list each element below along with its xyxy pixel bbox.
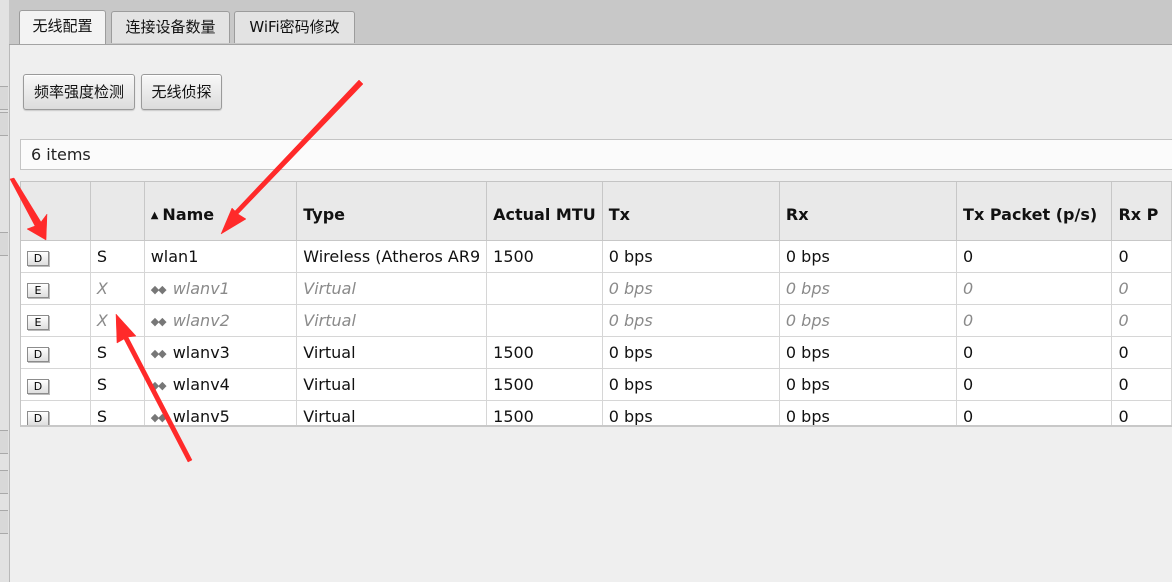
tx-cell: 0 bps	[602, 368, 780, 401]
type-cell: Virtual	[296, 272, 488, 305]
rx-packet-cell: 0	[1111, 272, 1172, 305]
name-cell: ◆◆ wlanv3	[144, 336, 298, 369]
name-cell: wlan1	[144, 240, 298, 273]
rx-cell: 0 bps	[779, 400, 958, 425]
status-cell: X	[90, 304, 145, 337]
col-header-name[interactable]: ▲ Name	[144, 182, 298, 241]
type-cell: Wireless (Atheros AR9	[296, 240, 488, 273]
frequency-strength-button[interactable]: 频率强度检测	[23, 74, 135, 110]
type-cell: Virtual	[296, 304, 488, 337]
rx-cell: 0 bps	[779, 272, 958, 305]
rx-cell: 0 bps	[779, 240, 958, 273]
strip-notch	[0, 430, 8, 454]
name-cell: ◆◆ wlanv2	[144, 304, 298, 337]
col-header-tx-packet[interactable]: Tx Packet (p/s)	[956, 182, 1113, 241]
rx-packet-cell: 0	[1111, 368, 1172, 401]
rx-packet-cell: 0	[1111, 336, 1172, 369]
disable-toggle-button[interactable]: D	[27, 251, 49, 266]
type-cell: Virtual	[296, 400, 488, 425]
mtu-cell: 1500	[486, 336, 603, 369]
rx-cell: 0 bps	[779, 368, 958, 401]
tx-cell: 0 bps	[602, 272, 780, 305]
table-row[interactable]: D S wlan1 Wireless (Atheros AR9 1500 0 b…	[21, 240, 1172, 273]
col-header-tx[interactable]: Tx	[602, 182, 780, 241]
col-header-mtu[interactable]: Actual MTU	[486, 182, 603, 241]
enable-toggle-button[interactable]: E	[27, 283, 49, 298]
mtu-cell	[486, 272, 603, 305]
status-cell: S	[90, 368, 145, 401]
tx-packet-cell: 0	[956, 368, 1113, 401]
disable-toggle-button[interactable]: D	[27, 347, 49, 362]
virtual-interface-icon: ◆◆	[150, 379, 167, 392]
status-cell: S	[90, 240, 145, 273]
tx-packet-cell: 0	[956, 272, 1113, 305]
sort-ascending-icon: ▲	[150, 209, 159, 221]
col-header-rx[interactable]: Rx	[779, 182, 958, 241]
tx-packet-cell: 0	[956, 304, 1113, 337]
tx-packet-cell: 0	[956, 336, 1113, 369]
tx-cell: 0 bps	[602, 304, 780, 337]
type-cell: Virtual	[296, 368, 488, 401]
mtu-cell: 1500	[486, 400, 603, 425]
col-header-status[interactable]	[90, 182, 145, 241]
virtual-interface-icon: ◆◆	[150, 347, 167, 360]
tab-wifi-password[interactable]: WiFi密码修改	[234, 11, 355, 43]
left-scroll-strip	[0, 0, 10, 582]
table-row[interactable]: D S ◆◆ wlanv3 Virtual 1500 0 bps 0 bps 0 …	[21, 336, 1172, 369]
virtual-interface-icon: ◆◆	[150, 283, 167, 296]
items-count-bar: 6 items	[20, 139, 1172, 170]
tx-packet-cell: 0	[956, 400, 1113, 425]
virtual-interface-icon: ◆◆	[150, 411, 167, 424]
mtu-cell: 1500	[486, 240, 603, 273]
wireless-sniffer-button[interactable]: 无线侦探	[141, 74, 222, 110]
strip-notch	[0, 470, 8, 494]
tab-wireless-config[interactable]: 无线配置	[19, 10, 106, 44]
col-header-rx-packet[interactable]: Rx P	[1111, 182, 1172, 241]
rx-packet-cell: 0	[1111, 400, 1172, 425]
enable-toggle-button[interactable]: E	[27, 315, 49, 330]
strip-notch	[0, 86, 8, 110]
rx-packet-cell: 0	[1111, 304, 1172, 337]
status-cell: S	[90, 336, 145, 369]
type-cell: Virtual	[296, 336, 488, 369]
strip-notch	[0, 510, 8, 534]
col-header-flag[interactable]	[21, 182, 91, 241]
col-header-type[interactable]: Type	[296, 182, 488, 241]
table-row[interactable]: D S ◆◆ wlanv4 Virtual 1500 0 bps 0 bps 0 …	[21, 368, 1172, 401]
strip-notch	[0, 112, 8, 136]
name-cell: ◆◆ wlanv1	[144, 272, 298, 305]
table-row[interactable]: E X ◆◆ wlanv1 Virtual 0 bps 0 bps 0 0	[21, 272, 1172, 305]
disable-toggle-button[interactable]: D	[27, 411, 49, 425]
tx-cell: 0 bps	[602, 240, 780, 273]
mtu-cell	[486, 304, 603, 337]
virtual-interface-icon: ◆◆	[150, 315, 167, 328]
table-row[interactable]: E X ◆◆ wlanv2 Virtual 0 bps 0 bps 0 0	[21, 304, 1172, 337]
tx-packet-cell: 0	[956, 240, 1113, 273]
tab-connected-devices[interactable]: 连接设备数量	[111, 11, 230, 43]
status-cell: X	[90, 272, 145, 305]
interface-table: ▲ Name Type Actual MTU Tx Rx Tx Packet (p…	[20, 181, 1172, 427]
disable-toggle-button[interactable]: D	[27, 379, 49, 394]
rx-cell: 0 bps	[779, 336, 958, 369]
tx-cell: 0 bps	[602, 336, 780, 369]
name-cell: ◆◆ wlanv5	[144, 400, 298, 425]
table-row[interactable]: D S ◆◆ wlanv5 Virtual 1500 0 bps 0 bps 0 …	[21, 400, 1172, 425]
tx-cell: 0 bps	[602, 400, 780, 425]
mtu-cell: 1500	[486, 368, 603, 401]
rx-cell: 0 bps	[779, 304, 958, 337]
rx-packet-cell: 0	[1111, 240, 1172, 273]
name-cell: ◆◆ wlanv4	[144, 368, 298, 401]
strip-notch	[0, 232, 8, 256]
status-cell: S	[90, 400, 145, 425]
